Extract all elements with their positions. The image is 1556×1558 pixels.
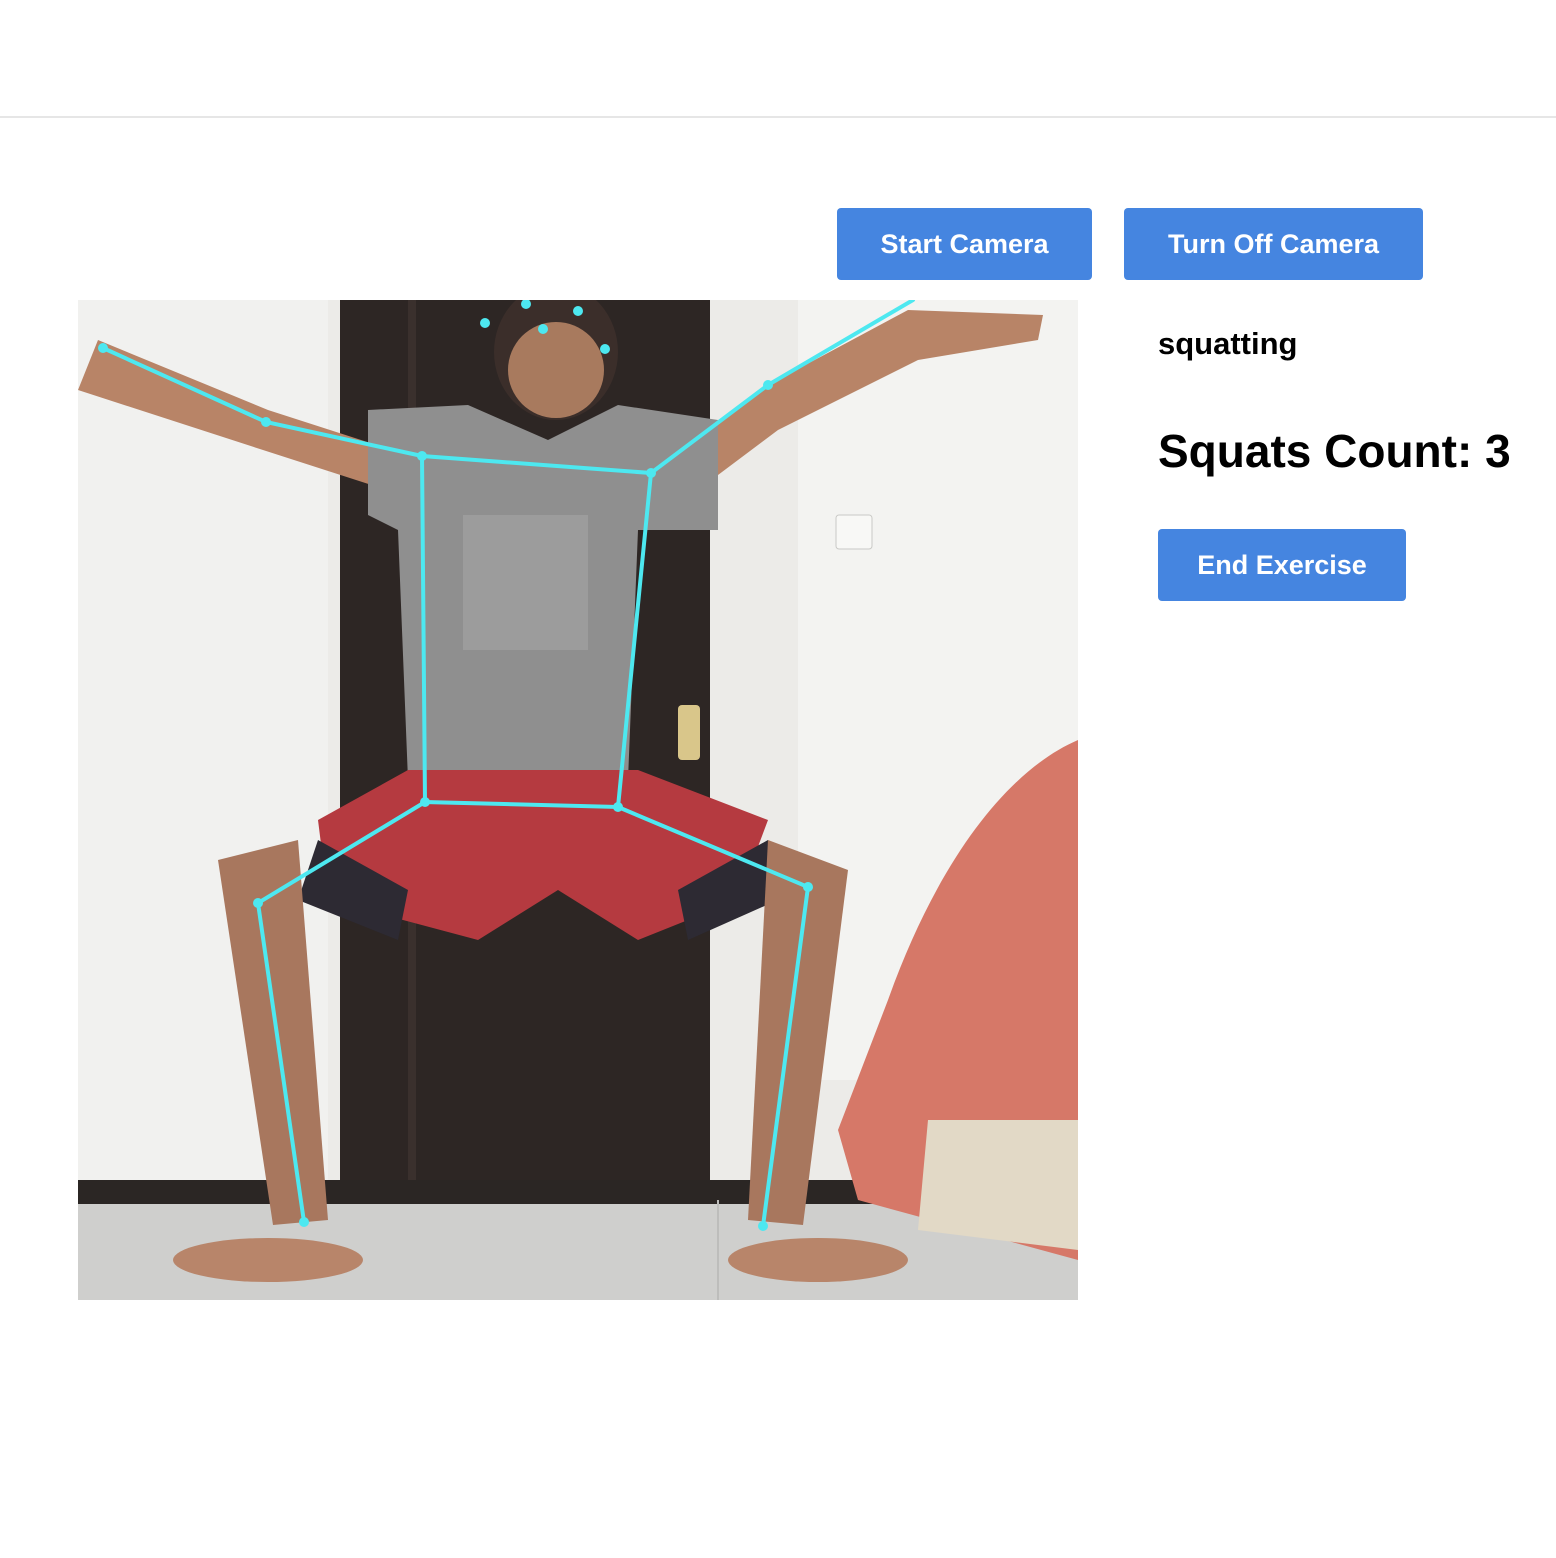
keypoint-nose: [538, 324, 548, 334]
keypoint-left-hip: [420, 797, 430, 807]
keypoint-left-knee: [253, 898, 263, 908]
keypoint-right-hip: [613, 802, 623, 812]
door-handle: [678, 705, 700, 760]
start-camera-button[interactable]: Start Camera: [837, 208, 1092, 280]
left-foot: [173, 1238, 363, 1282]
squat-count: Squats Count: 3: [1158, 425, 1511, 477]
keypoint-right-elbow: [763, 380, 773, 390]
keypoint-left-ankle: [299, 1217, 309, 1227]
keypoint-right-ear: [600, 344, 610, 354]
keypoint-right-knee: [803, 882, 813, 892]
keypoint-right-ankle: [758, 1221, 768, 1231]
right-foot: [728, 1238, 908, 1282]
top-bar: [0, 0, 1556, 118]
pose-status: squatting: [1158, 326, 1298, 361]
keypoint-right-shoulder: [646, 468, 656, 478]
camera-feed: [78, 300, 1078, 1300]
keypoint-left-shoulder: [417, 451, 427, 461]
keypoint-left-ear: [480, 318, 490, 328]
app-page: Start Camera Turn Off Camera squatting S…: [0, 0, 1556, 1558]
turn-off-camera-button[interactable]: Turn Off Camera: [1124, 208, 1423, 280]
keypoint-left-wrist: [98, 343, 108, 353]
light-switch: [835, 514, 873, 550]
keypoint-left-elbow: [261, 417, 271, 427]
keypoint-right-eye: [573, 306, 583, 316]
camera-frame: [78, 300, 1078, 1300]
end-exercise-button[interactable]: End Exercise: [1158, 529, 1406, 601]
